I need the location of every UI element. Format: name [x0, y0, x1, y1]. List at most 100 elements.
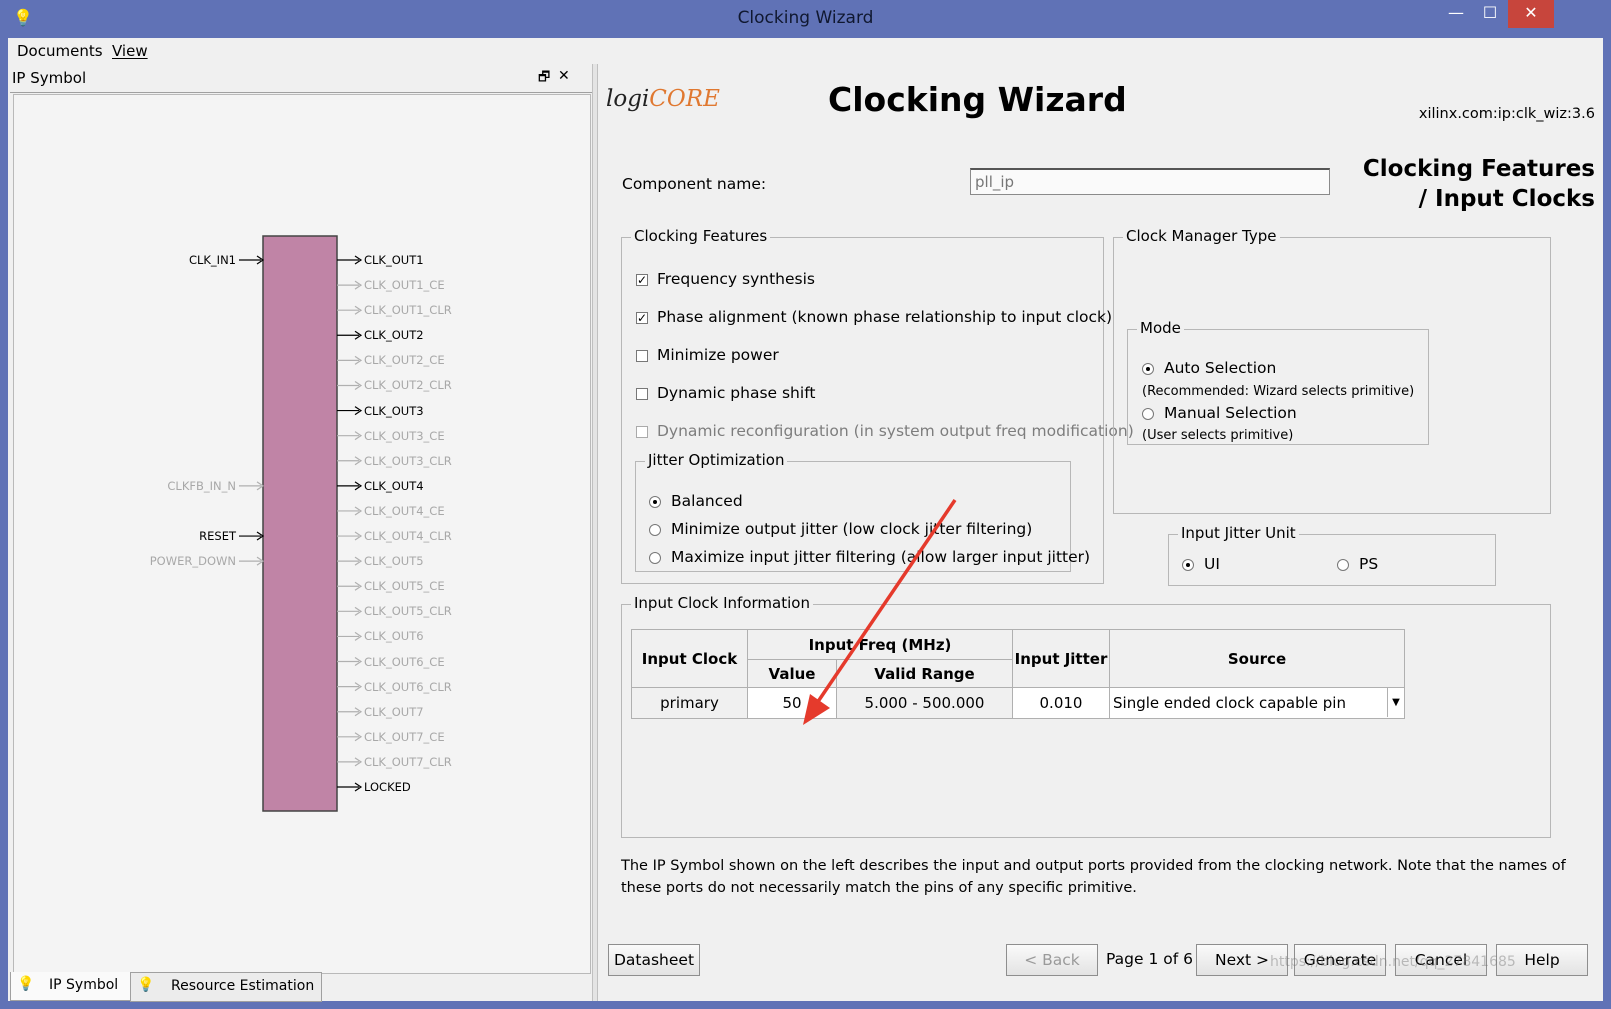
output-port-label: CLK_OUT6_CLR	[364, 679, 452, 694]
close-button[interactable]: ✕	[1508, 0, 1554, 28]
page-info: Page 1 of 6	[1106, 950, 1193, 968]
ip-symbol-panel: IP Symbol 🗗 ✕ CLK_OUT1 CLK_OUT1_CE CLK_OUT…	[10, 66, 592, 1002]
checkbox-label-3[interactable]: Minimize power	[657, 346, 779, 364]
output-port-label: CLK_OUT3_CLR	[364, 453, 452, 468]
output-port-arrow	[337, 581, 363, 591]
jitter-label-2[interactable]: Minimize output jitter (low clock jitter…	[671, 520, 1032, 538]
watermark: https://blog.csdn.net/qq_27841685	[1270, 954, 1516, 970]
output-port-label: CLK_OUT6	[364, 629, 424, 644]
tab-resource-estimation[interactable]: 💡 Resource Estimation	[130, 972, 322, 1002]
output-port-arrow	[337, 732, 363, 742]
output-port-arrow	[337, 506, 363, 516]
table-row: primary 50 5.000 - 500.000 0.010 Single …	[631, 687, 1405, 719]
input-clock-table: Input Clock Input Freq (MHz) Input Jitte…	[631, 629, 1405, 719]
jitter-label-3[interactable]: Maximize input jitter filtering (allow l…	[671, 548, 1090, 566]
source-select[interactable]: Single ended clock capable pin ▼	[1109, 687, 1405, 719]
output-port-label: CLK_OUT4_CE	[364, 503, 445, 518]
col-input-freq: Input Freq (MHz)	[747, 629, 1013, 660]
output-port-label: LOCKED	[364, 780, 411, 794]
minimize-button[interactable]: —	[1440, 0, 1472, 28]
maximize-button[interactable]: ☐	[1474, 0, 1506, 28]
chevron-down-icon[interactable]: ▼	[1387, 688, 1404, 717]
output-port-label: CLK_OUT2	[364, 328, 424, 343]
output-port-label: CLK_OUT1	[364, 253, 424, 267]
input-clock-information-group: Input Clock Information Input Clock Inpu…	[621, 594, 1551, 838]
ip-symbol-diagram	[239, 235, 363, 812]
output-port-label: CLK_OUT2_CE	[364, 353, 445, 368]
output-port-arrow	[337, 606, 363, 616]
output-port-arrow	[337, 406, 363, 416]
output-port-arrow	[337, 255, 363, 265]
output-port-label: CLK_OUT7	[364, 704, 424, 719]
jitter-radio-1[interactable]	[649, 496, 661, 508]
datasheet-button[interactable]: Datasheet	[608, 944, 700, 976]
tab-label: IP Symbol	[49, 977, 119, 993]
input-port-label: CLKFB_IN_N	[167, 478, 236, 493]
checkbox-2[interactable]: ✓	[636, 312, 648, 324]
page-title-line1: Clocking Features	[1362, 156, 1595, 182]
output-port-label: CLK_OUT4	[364, 478, 424, 493]
output-port-arrow	[337, 380, 363, 390]
panel-title: IP Symbol	[12, 69, 87, 87]
output-port-arrow	[337, 280, 363, 290]
output-port-label: CLK_OUT5	[364, 554, 424, 569]
group-title: Input Jitter Unit	[1178, 524, 1299, 542]
checkbox-4[interactable]	[636, 388, 648, 400]
checkbox-1[interactable]: ✓	[636, 274, 648, 286]
group-title: Clock Manager Type	[1123, 227, 1280, 245]
bulb-icon: 💡	[137, 977, 155, 993]
output-port-arrow	[337, 631, 363, 641]
ps-label[interactable]: PS	[1359, 555, 1378, 573]
cell-input-clock: primary	[631, 687, 748, 719]
jitter-optimization-group: Jitter Optimization Balanced Minimize out…	[635, 451, 1090, 572]
output-port-label: CLK_OUT1_CLR	[364, 303, 452, 318]
output-port-label: CLK_OUT3	[364, 403, 424, 418]
col-source: Source	[1109, 629, 1405, 688]
input-port-arrow	[239, 481, 265, 491]
clk-wiz-block	[262, 235, 338, 812]
manual-selection-radio[interactable]	[1142, 408, 1154, 420]
checkbox-label-2[interactable]: Phase alignment (known phase relationshi…	[657, 308, 1112, 326]
back-button[interactable]: < Back	[1006, 944, 1098, 976]
col-input-jitter: Input Jitter	[1012, 629, 1110, 688]
output-port-arrow	[337, 531, 363, 541]
col-value: Value	[747, 659, 837, 688]
close-panel-icon[interactable]: ✕	[558, 68, 570, 84]
ip-version: xilinx.com:ip:clk_wiz:3.6	[1418, 106, 1595, 122]
jitter-radio-3[interactable]	[649, 552, 661, 564]
jitter-radio-2[interactable]	[649, 524, 661, 536]
wizard-page: logiCORE Clocking Wizard xilinx.com:ip:c…	[598, 64, 1603, 1001]
cell-value-input[interactable]: 50	[747, 687, 837, 719]
auto-selection-radio[interactable]	[1142, 363, 1154, 375]
title-bar: 💡 Clocking Wizard — ☐ ✕	[0, 0, 1611, 38]
output-port-label: CLK_OUT5_CE	[364, 579, 445, 594]
checkbox-3[interactable]	[636, 350, 648, 362]
cell-valid-range: 5.000 - 500.000	[836, 687, 1013, 719]
logicore-logo: logiCORE	[606, 86, 720, 112]
ps-radio[interactable]	[1337, 559, 1349, 571]
group-title: Mode	[1137, 319, 1184, 337]
menu-documents[interactable]: Documents	[17, 42, 103, 60]
output-port-label: CLK_OUT5_CLR	[364, 604, 452, 619]
input-port-label: CLK_IN1	[188, 253, 236, 267]
restore-panel-icon[interactable]: 🗗	[538, 68, 550, 90]
input-port-arrow	[239, 556, 265, 566]
tab-ip-symbol[interactable]: 💡 IP Symbol	[10, 972, 132, 1001]
component-name-input[interactable]	[970, 168, 1330, 195]
bulb-icon: 💡	[17, 976, 35, 992]
menu-view[interactable]: View	[112, 42, 148, 60]
ui-radio[interactable]	[1182, 559, 1194, 571]
output-port-label: CLK_OUT3_CE	[364, 428, 445, 443]
manual-selection-label[interactable]: Manual Selection	[1164, 404, 1297, 422]
ui-label[interactable]: UI	[1204, 555, 1220, 573]
output-port-arrow	[337, 757, 363, 767]
checkbox-label-4[interactable]: Dynamic phase shift	[657, 384, 815, 402]
checkbox-label-1[interactable]: Frequency synthesis	[657, 270, 815, 288]
window-title: Clocking Wizard	[737, 8, 874, 28]
cell-input-jitter-input[interactable]: 0.010	[1012, 687, 1110, 719]
auto-selection-label[interactable]: Auto Selection	[1164, 359, 1276, 377]
clock-manager-type-group: Clock Manager Type Mode Auto Selection (…	[1113, 227, 1551, 514]
manual-selection-hint: (User selects primitive)	[1142, 428, 1294, 443]
output-port-label: CLK_OUT7_CLR	[364, 754, 452, 769]
jitter-label-1[interactable]: Balanced	[671, 492, 743, 510]
